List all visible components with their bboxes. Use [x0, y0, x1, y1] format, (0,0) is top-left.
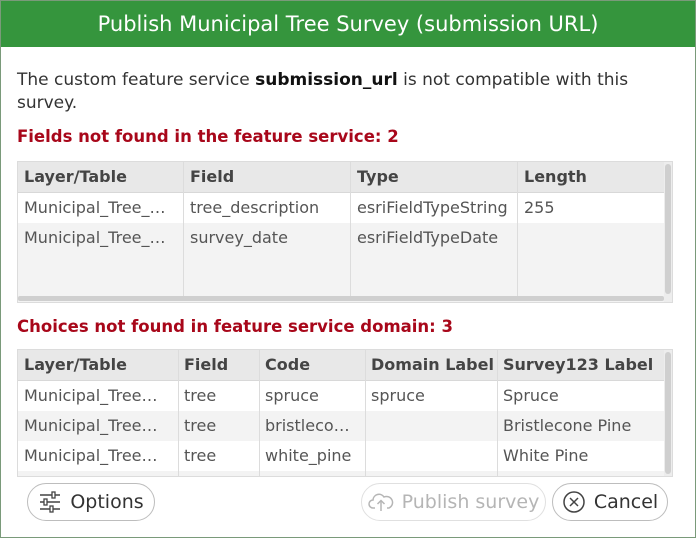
- cell-layer: Municipal_Tree_…: [24, 228, 166, 247]
- cell-type: esriFieldTypeString: [357, 198, 508, 217]
- table-row[interactable]: Municipal_Tree_… tree_description esriFi…: [18, 193, 672, 223]
- choices-table-header: Layer/Table Field Code Domain Label Surv…: [18, 350, 672, 381]
- compatibility-message: The custom feature service submission_ur…: [17, 69, 667, 115]
- message-prefix: The custom feature service: [17, 70, 256, 90]
- cell-type: esriFieldTypeDate: [357, 228, 499, 247]
- cell-field: tree_description: [190, 198, 320, 217]
- vertical-scrollbar[interactable]: [664, 350, 672, 476]
- column-divider: [497, 350, 498, 476]
- column-divider: [178, 350, 179, 476]
- choices-col-field: Field: [184, 355, 229, 374]
- fields-col-type: Type: [357, 167, 399, 186]
- cell-survey-label: White Pine: [503, 446, 589, 465]
- fields-table-header: Layer/Table Field Type Length: [18, 162, 672, 193]
- cell-layer: Municipal_Tree…: [24, 446, 158, 465]
- scrollbar-thumb[interactable]: [665, 164, 671, 294]
- publish-survey-label: Publish survey: [401, 491, 540, 513]
- table-row[interactable]: Municipal_Tree… tree spruce spruce Spruc…: [18, 381, 672, 411]
- close-circle-icon: [563, 491, 585, 513]
- cancel-label: Cancel: [593, 491, 659, 513]
- cell-code: white_pine: [265, 446, 352, 465]
- cell-field: tree: [184, 446, 217, 465]
- cell-length: 255: [524, 198, 555, 217]
- column-divider: [259, 350, 260, 476]
- fields-col-layer: Layer/Table: [24, 167, 127, 186]
- cell-code: spruce: [265, 386, 319, 405]
- column-divider: [517, 162, 518, 298]
- publish-dialog: Publish Municipal Tree Survey (submissio…: [0, 0, 696, 538]
- table-row[interactable]: Municipal_Tree… tree white_pine White Pi…: [18, 441, 672, 471]
- cell-layer: Municipal_Tree_…: [24, 198, 166, 217]
- options-button[interactable]: Options: [27, 483, 155, 521]
- choices-heading: Choices not found in feature service dom…: [17, 317, 453, 336]
- horizontal-scrollbar[interactable]: [18, 296, 664, 301]
- cell-layer: Municipal_Tree…: [24, 416, 158, 435]
- message-service-name: submission_url: [255, 70, 398, 90]
- cell-layer: Municipal_Tree…: [24, 386, 158, 405]
- cell-field: survey_date: [190, 228, 288, 247]
- choices-col-code: Code: [265, 355, 311, 374]
- sliders-icon: [40, 491, 61, 513]
- scrollbar-thumb[interactable]: [665, 352, 671, 474]
- fields-col-field: Field: [190, 167, 235, 186]
- choices-col-domain-label: Domain Label: [371, 355, 494, 374]
- cell-code: bristleco…: [265, 416, 350, 435]
- cell-field: tree: [184, 386, 217, 405]
- cell-survey-label: Bristlecone Pine: [503, 416, 632, 435]
- table-row[interactable]: Municipal_Tree_… survey_date esriFieldTy…: [18, 223, 672, 253]
- vertical-scrollbar[interactable]: [664, 162, 672, 302]
- column-divider: [350, 162, 351, 298]
- cell-domain-label: spruce: [371, 386, 425, 405]
- cancel-button[interactable]: Cancel: [552, 483, 668, 521]
- choices-col-layer: Layer/Table: [24, 355, 127, 374]
- dialog-title: Publish Municipal Tree Survey (submissio…: [1, 1, 695, 47]
- cloud-upload-icon: [367, 493, 393, 511]
- choices-col-survey-label: Survey123 Label: [503, 355, 654, 374]
- cell-field: tree: [184, 416, 217, 435]
- column-divider: [365, 350, 366, 476]
- fields-col-length: Length: [524, 167, 587, 186]
- column-divider: [183, 162, 184, 298]
- options-label: Options: [70, 491, 144, 513]
- fields-table: Layer/Table Field Type Length Municipal_…: [17, 161, 673, 303]
- publish-survey-button[interactable]: Publish survey: [361, 483, 546, 521]
- cell-survey-label: Spruce: [503, 386, 559, 405]
- table-row[interactable]: Municipal_Tree… tree bristleco… Bristlec…: [18, 411, 672, 441]
- fields-heading: Fields not found in the feature service:…: [17, 127, 399, 146]
- choices-table: Layer/Table Field Code Domain Label Surv…: [17, 349, 673, 477]
